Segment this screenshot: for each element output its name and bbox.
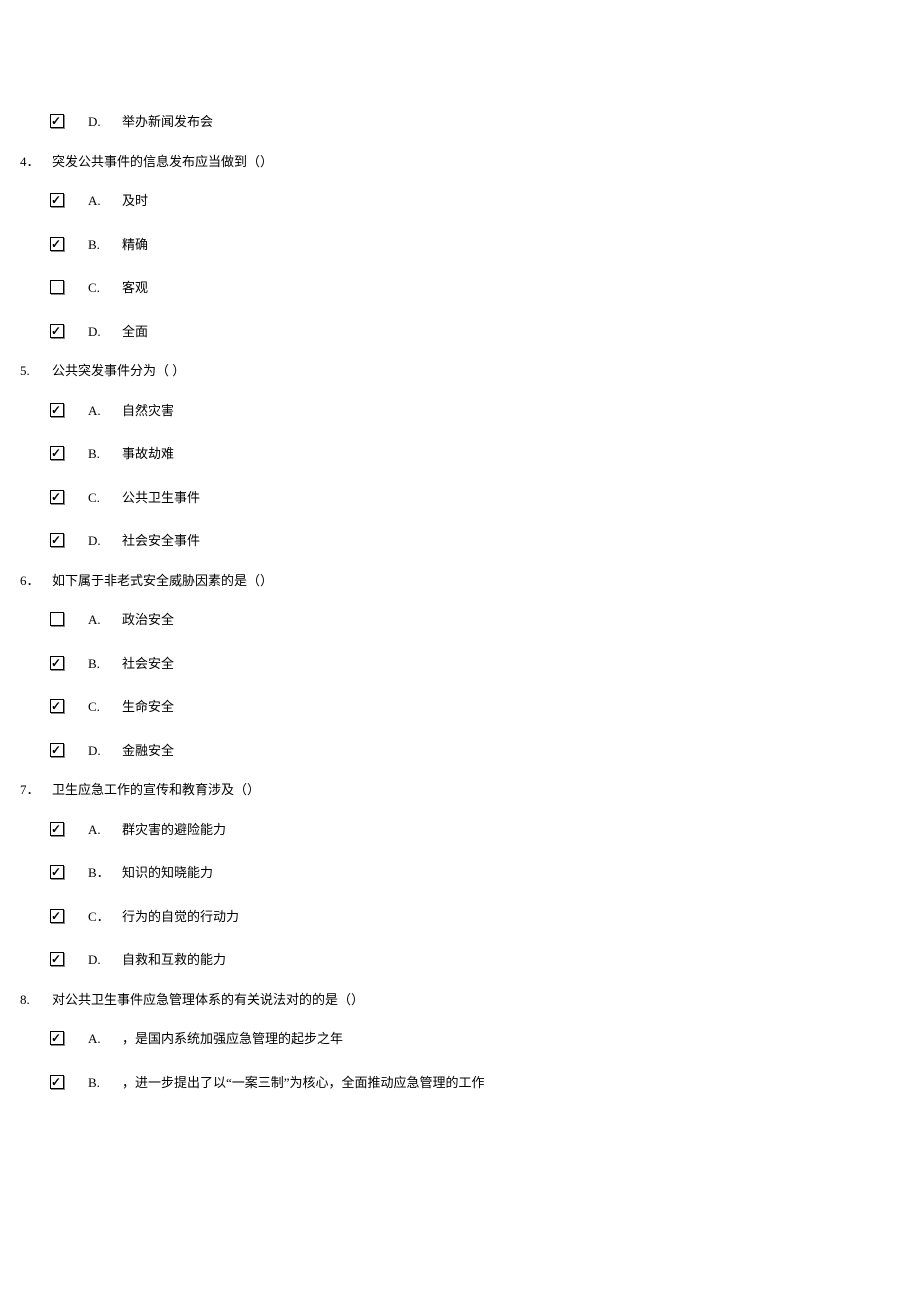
option-text: 知识的知晓能力 (122, 863, 213, 883)
option-letter: A. (88, 610, 112, 630)
question-row: 8. 对公共卫生事件应急管理体系的有关说法对的的是（） (20, 982, 900, 1018)
option-letter: D. (88, 741, 112, 761)
checkbox-icon[interactable] (50, 865, 64, 879)
checkbox-icon[interactable] (50, 743, 64, 757)
question-row: 5.公共突发事件分为（ ） (20, 353, 900, 389)
checkbox-icon[interactable] (50, 403, 64, 417)
question-number: 8. (20, 990, 48, 1010)
option-row: B. 精确 (20, 223, 900, 267)
option-letter: B． (88, 863, 112, 883)
option-letter: D. (88, 112, 112, 132)
option-letter: A. (88, 191, 112, 211)
checkbox-icon[interactable] (50, 193, 64, 207)
option-text: 金融安全 (122, 741, 174, 761)
option-row: D. 全面 (20, 310, 900, 354)
checkbox-icon[interactable] (50, 446, 64, 460)
option-row: A. ，是国内系统加强应急管理的起步之年 (20, 1017, 900, 1061)
option-text: 事故劫难 (122, 444, 174, 464)
option-text: 生命安全 (122, 697, 174, 717)
option-letter: A. (88, 1029, 112, 1049)
option-letter: C. (88, 697, 112, 717)
option-letter: B. (88, 444, 112, 464)
question-row: 4．突发公共事件的信息发布应当做到（） (20, 144, 900, 180)
option-row: A. 群灾害的避险能力 (20, 808, 900, 852)
option-text: 全面 (122, 322, 148, 342)
option-text: 精确 (122, 235, 148, 255)
question-text: 对公共卫生事件应急管理体系的有关说法对的的是（） (52, 990, 364, 1010)
option-letter: A. (88, 401, 112, 421)
question-number: 6． (20, 571, 48, 591)
question-text: 突发公共事件的信息发布应当做到（） (52, 152, 273, 172)
checkbox-icon[interactable] (50, 237, 64, 251)
option-text: 举办新闻发布会 (122, 112, 213, 132)
checkbox-icon[interactable] (50, 490, 64, 504)
checkbox-icon[interactable] (50, 909, 64, 923)
option-row: D. 自救和互救的能力 (20, 938, 900, 982)
option-row: C. 客观 (20, 266, 900, 310)
option-letter: B. (88, 235, 112, 255)
question-text: 如下属于非老式安全威胁因素的是（） (52, 571, 273, 591)
option-text: 行为的自觉的行动力 (122, 907, 239, 927)
checkbox-icon[interactable] (50, 114, 64, 128)
question-row: 7． 卫生应急工作的宣传和教育涉及（） (20, 772, 900, 808)
question-text: 卫生应急工作的宣传和教育涉及（） (52, 780, 260, 800)
option-letter: A. (88, 820, 112, 840)
option-row: D. 金融安全 (20, 729, 900, 773)
checkbox-icon[interactable] (50, 822, 64, 836)
option-row: D. 举办新闻发布会 (20, 100, 900, 144)
option-row: C. 生命安全 (20, 685, 900, 729)
question-row: 6．如下属于非老式安全威胁因素的是（） (20, 563, 900, 599)
question-number: 7． (20, 780, 48, 800)
option-row: C. 公共卫生事件 (20, 476, 900, 520)
checkbox-icon[interactable] (50, 280, 64, 294)
option-text: 公共卫生事件 (122, 488, 200, 508)
question-number: 4． (20, 152, 48, 172)
option-row: A. 政治安全 (20, 598, 900, 642)
option-text: 自然灾害 (122, 401, 174, 421)
option-text: 社会安全事件 (122, 531, 200, 551)
option-letter: B. (88, 654, 112, 674)
checkbox-icon[interactable] (50, 952, 64, 966)
option-row: A. 及时 (20, 179, 900, 223)
checkbox-icon[interactable] (50, 699, 64, 713)
question-number: 5. (20, 361, 48, 381)
checkbox-icon[interactable] (50, 533, 64, 547)
option-row: B． 知识的知晓能力 (20, 851, 900, 895)
option-text: 政治安全 (122, 610, 174, 630)
option-row: B. ，进一步提出了以“一案三制”为核心，全面推动应急管理的工作 (20, 1061, 900, 1105)
checkbox-icon[interactable] (50, 1031, 64, 1045)
option-letter: B. (88, 1073, 112, 1093)
option-text: 自救和互救的能力 (122, 950, 226, 970)
checkbox-icon[interactable] (50, 324, 64, 338)
option-letter: C． (88, 907, 112, 927)
option-text: 客观 (122, 278, 148, 298)
checkbox-icon[interactable] (50, 612, 64, 626)
quiz-container: D. 举办新闻发布会 4．突发公共事件的信息发布应当做到（） A. 及时 B. 精确 C. 客观… (20, 100, 900, 1104)
option-letter: D. (88, 950, 112, 970)
checkbox-icon[interactable] (50, 656, 64, 670)
option-row: A. 自然灾害 (20, 389, 900, 433)
question-text: 公共突发事件分为（ ） (52, 361, 185, 381)
option-text: ，进一步提出了以“一案三制”为核心，全面推动应急管理的工作 (122, 1073, 485, 1093)
option-letter: C. (88, 488, 112, 508)
option-row: D. 社会安全事件 (20, 519, 900, 563)
checkbox-icon[interactable] (50, 1075, 64, 1089)
option-letter: C. (88, 278, 112, 298)
option-text: ，是国内系统加强应急管理的起步之年 (122, 1029, 343, 1049)
option-row: B. 社会安全 (20, 642, 900, 686)
option-text: 及时 (122, 191, 148, 211)
option-letter: D. (88, 531, 112, 551)
option-row: C． 行为的自觉的行动力 (20, 895, 900, 939)
option-text: 社会安全 (122, 654, 174, 674)
option-text: 群灾害的避险能力 (122, 820, 226, 840)
option-letter: D. (88, 322, 112, 342)
option-row: B. 事故劫难 (20, 432, 900, 476)
